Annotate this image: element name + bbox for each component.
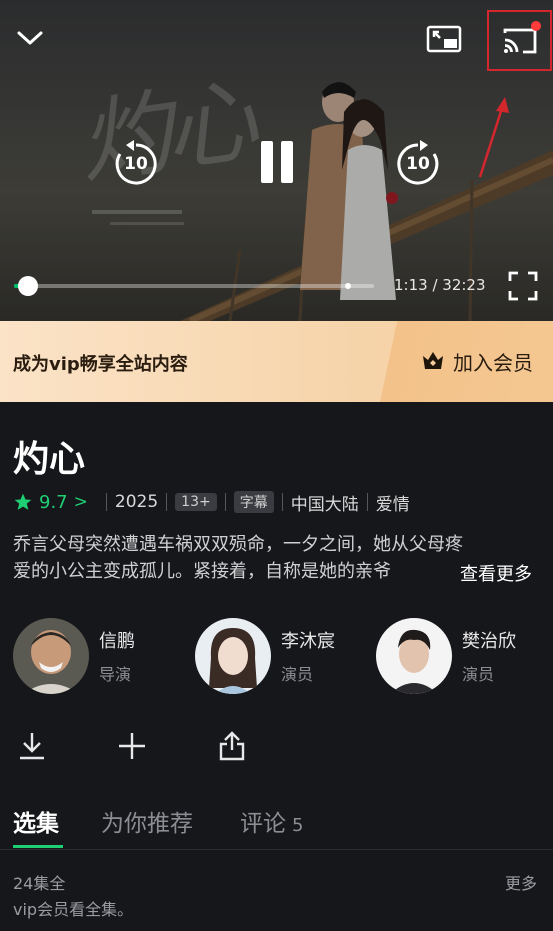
fullscreen-button[interactable] [505, 268, 541, 304]
notification-dot [531, 21, 541, 31]
download-icon [20, 733, 44, 760]
description-line-1: 乔言父母突然遭遇车祸双双殒命，一夕之间，她从父母疼 [13, 534, 463, 555]
tab-comments-label: 评论 [240, 811, 286, 837]
share-button[interactable] [212, 726, 252, 766]
star-icon [14, 493, 32, 510]
divider [105, 493, 107, 511]
collapse-button[interactable] [12, 20, 48, 56]
annotation-arrow [478, 97, 509, 178]
content-tabs: 选集 为你推荐 评论 5 [0, 800, 553, 850]
tab-episodes[interactable]: 选集 [13, 804, 59, 838]
progress-bar[interactable] [14, 276, 374, 296]
video-player[interactable]: 灼心 10 10 1:13 / 32:23 [0, 0, 553, 321]
fullscreen-icon [508, 271, 538, 301]
cast-role: 演员 [281, 665, 314, 684]
avatar [195, 618, 271, 694]
pause-icon [257, 141, 297, 183]
cast-member-director[interactable]: 信鹏 导演 [13, 618, 135, 694]
pause-button[interactable] [256, 138, 298, 186]
vip-promo-text: 成为vip畅享全站内容 [13, 354, 188, 375]
join-vip-button[interactable]: 加入会员 [421, 345, 533, 377]
view-more-link[interactable]: 查看更多 [446, 560, 532, 586]
cast-button[interactable] [487, 10, 552, 71]
picture-in-picture-icon [426, 25, 462, 53]
cast-name: 信鹏 [99, 631, 135, 652]
avatar [376, 618, 452, 694]
crown-icon [423, 352, 443, 369]
genre: 爱情 [375, 494, 410, 515]
cast-member-actor[interactable]: 樊治欣 演员 [376, 618, 516, 694]
age-rating-badge: 13+ [175, 493, 217, 511]
subtitle-badge: 字幕 [233, 491, 274, 513]
active-tab-indicator [13, 845, 63, 848]
forward-10-button[interactable]: 10 [394, 140, 442, 188]
show-meta: 9.7 > 2025 13+ 字幕 中国大陆 爱情 [13, 489, 410, 515]
release-year: 2025 [114, 492, 159, 512]
cast-name: 樊治欣 [462, 631, 516, 652]
chevron-down-icon [17, 31, 43, 45]
cast-role: 演员 [462, 665, 495, 684]
skip-forward-seconds: 10 [406, 154, 430, 174]
share-icon [219, 731, 245, 761]
tab-recommended[interactable]: 为你推荐 [101, 804, 193, 838]
cast-name: 李沐宸 [281, 631, 335, 652]
join-vip-label: 加入会员 [453, 350, 533, 375]
vip-banner[interactable]: 成为vip畅享全站内容 加入会员 [0, 321, 553, 402]
chapter-marker [345, 283, 351, 289]
skip-back-seconds: 10 [124, 154, 148, 174]
rating-score[interactable]: 9.7 [39, 492, 68, 513]
cast-role: 导演 [99, 665, 132, 684]
avatar [13, 618, 89, 694]
divider [166, 493, 168, 511]
cast-member-actress[interactable]: 李沐宸 演员 [195, 618, 335, 694]
divider [224, 493, 226, 511]
region: 中国大陆 [290, 494, 359, 515]
add-to-list-button[interactable] [112, 726, 152, 766]
rating-chevron[interactable]: > [74, 492, 88, 512]
plus-icon [119, 733, 145, 759]
divider [366, 493, 368, 511]
rewind-10-button[interactable]: 10 [112, 140, 160, 188]
show-title: 灼心 [13, 439, 86, 480]
progress-thumb[interactable] [17, 276, 38, 296]
episode-note: vip会员看全集。 [13, 900, 134, 919]
tab-comments[interactable]: 评论 5 [240, 804, 303, 838]
comment-count: 5 [292, 815, 304, 836]
picture-in-picture-button[interactable] [424, 22, 464, 56]
episodes-more-link[interactable]: 更多 [505, 870, 537, 894]
episode-count: 24集全 [13, 874, 66, 893]
time-readout: 1:13 / 32:23 [394, 276, 486, 294]
divider [281, 493, 283, 511]
download-button[interactable] [12, 726, 52, 766]
